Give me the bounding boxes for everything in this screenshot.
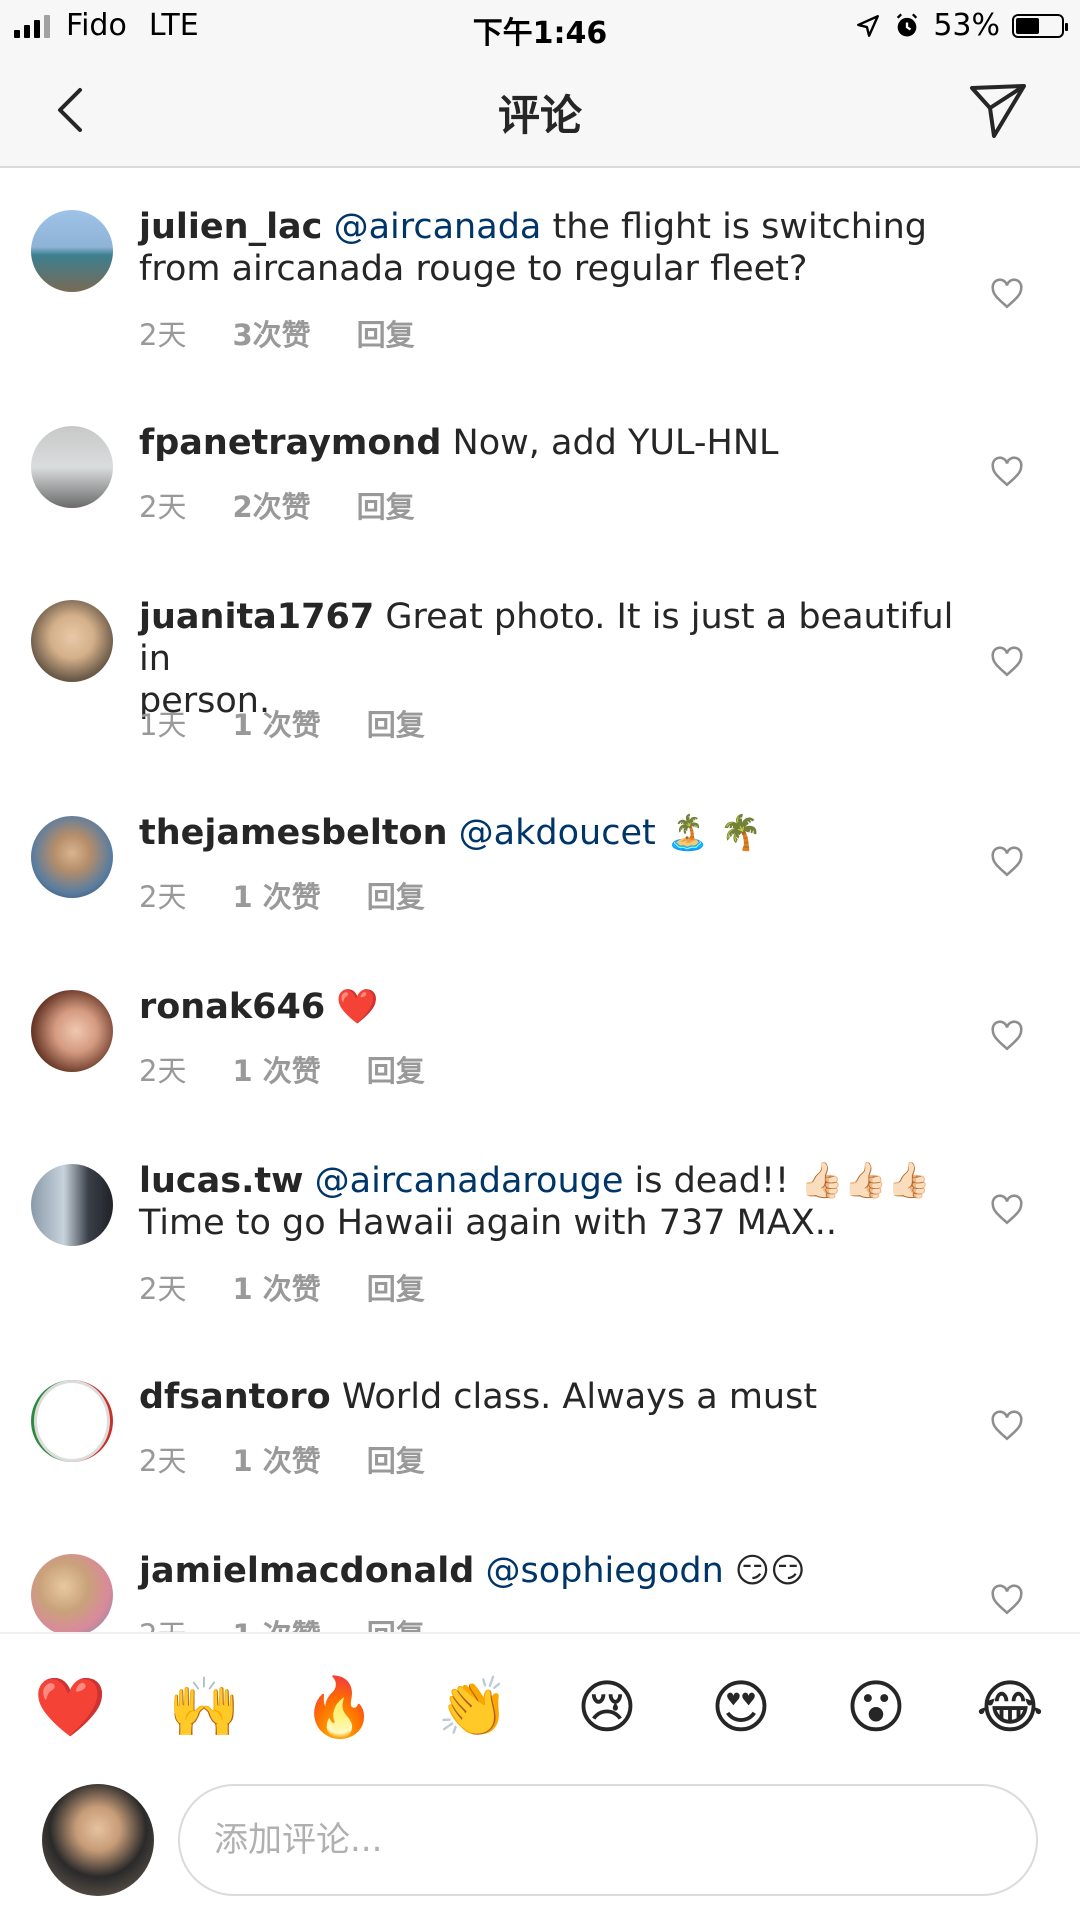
comment-body-line2: Time to go Hawaii again with 737 MAX.. — [139, 1203, 838, 1243]
heart-outline-icon[interactable] — [990, 456, 1024, 488]
reply-button[interactable]: 回复 — [367, 874, 425, 916]
mention-link[interactable]: @aircanadarouge — [315, 1161, 624, 1201]
location-arrow-icon — [857, 14, 880, 37]
heart-outline-icon[interactable] — [990, 1584, 1024, 1616]
emoji-clap-button[interactable]: 👏 — [437, 1672, 509, 1742]
comment-text: lucas.tw @aircanadarouge is dead!! 👍🏻👍🏻👍… — [139, 1160, 959, 1244]
heart-outline-icon[interactable] — [990, 278, 1024, 310]
emoji-heart-button[interactable]: ❤️ — [34, 1672, 106, 1742]
comment-likes[interactable]: 1 次赞 — [232, 702, 320, 744]
comment-time: 2天 — [139, 318, 187, 352]
comment-likes[interactable]: 1 次赞 — [232, 1438, 320, 1480]
avatar[interactable] — [31, 1164, 113, 1246]
avatar[interactable] — [31, 210, 113, 292]
comment-likes[interactable]: 2次赞 — [232, 484, 310, 526]
reply-button[interactable]: 回复 — [357, 312, 415, 354]
comment-body: 🏝️ 🌴 — [655, 813, 763, 853]
comment-body: the flight is switching — [541, 207, 928, 247]
reply-button[interactable]: 回复 — [367, 1438, 425, 1480]
comment-text: dfsantoro World class. Always a must — [139, 1376, 959, 1418]
reply-button[interactable]: 回复 — [367, 1048, 425, 1090]
comment-username[interactable]: julien_lac — [139, 207, 322, 247]
page-title: 评论 — [497, 91, 582, 140]
comment-text: julien_lac @aircanada the flight is swit… — [139, 206, 959, 290]
comment-username[interactable]: fpanetraymond — [139, 423, 441, 463]
comments-list[interactable]: julien_lac @aircanada the flight is swit… — [0, 168, 1080, 1632]
avatar[interactable] — [31, 426, 113, 508]
comment-username[interactable]: thejamesbelton — [139, 813, 448, 853]
comment-time: 2天 — [139, 1272, 187, 1306]
comment-time: 2天 — [139, 490, 187, 524]
comment-username[interactable]: ronak646 — [139, 987, 325, 1027]
comment-username[interactable]: lucas.tw — [139, 1161, 303, 1201]
avatar[interactable] — [31, 990, 113, 1072]
comment-input-row — [0, 1776, 1080, 1920]
reply-button[interactable]: 回复 — [367, 1266, 425, 1308]
comment-text: jamielmacdonald @sophiegodn 😏😏 — [139, 1550, 959, 1592]
heart-outline-icon[interactable] — [990, 1410, 1024, 1442]
comment-username[interactable]: jamielmacdonald — [139, 1551, 474, 1591]
comment-text: thejamesbelton @akdoucet 🏝️ 🌴 — [139, 812, 959, 854]
avatar[interactable] — [31, 600, 113, 682]
comment-body: ❤️ — [336, 987, 379, 1027]
comment-text: fpanetraymond Now, add YUL-HNL — [139, 422, 959, 464]
comment-meta: 2天 1 次赞 回复 — [139, 1048, 425, 1090]
reply-button[interactable]: 回复 — [367, 702, 425, 744]
comment-meta: 2天 2次赞 回复 — [139, 484, 415, 526]
avatar[interactable] — [31, 1554, 113, 1632]
comment-meta: 2天 1 次赞 回复 — [139, 874, 425, 916]
comment-username[interactable]: juanita1767 — [139, 597, 374, 637]
comment-time: 2天 — [139, 1444, 187, 1478]
battery-icon — [1012, 13, 1068, 38]
avatar[interactable] — [31, 816, 113, 898]
heart-outline-icon[interactable] — [990, 846, 1024, 878]
status-right: 53% — [855, 8, 1068, 43]
emoji-crying-button[interactable]: 😢 — [572, 1672, 642, 1742]
emoji-laughing-button[interactable]: 😂 — [975, 1672, 1045, 1742]
comment-likes[interactable]: 1 次赞 — [232, 1612, 320, 1632]
comment-likes[interactable]: 1 次赞 — [232, 1048, 320, 1090]
comment-likes[interactable]: 1 次赞 — [232, 1266, 320, 1308]
comment-meta: 2天 1 次赞 回复 — [139, 1612, 425, 1632]
comments-header: 评论 — [0, 54, 1080, 168]
comment-meta: 2天 1 次赞 回复 — [139, 1438, 425, 1480]
my-avatar[interactable] — [42, 1784, 154, 1896]
comment-meta: 1天 1 次赞 回复 — [139, 702, 425, 744]
reply-button[interactable]: 回复 — [367, 1612, 425, 1632]
comment-text: ronak646 ❤️ — [139, 986, 959, 1028]
comment-meta: 2天 1 次赞 回复 — [139, 1266, 425, 1308]
comment-body-line2: from aircanada rouge to regular fleet? — [139, 249, 808, 289]
heart-outline-icon[interactable] — [990, 1020, 1024, 1052]
mention-link[interactable]: @sophiegodn — [485, 1551, 723, 1591]
emoji-raised-hands-button[interactable]: 🙌 — [168, 1672, 240, 1742]
emoji-heart-eyes-button[interactable]: 😍 — [706, 1672, 776, 1742]
reply-button[interactable]: 回复 — [357, 484, 415, 526]
comment-username[interactable]: dfsantoro — [139, 1377, 331, 1417]
comment-body: World class. Always a must — [341, 1377, 818, 1417]
paper-plane-icon[interactable] — [964, 76, 1032, 144]
comment-body: 😏😏 — [723, 1551, 806, 1591]
comment-time: 2天 — [139, 880, 187, 914]
avatar[interactable] — [31, 1380, 113, 1462]
comment-likes[interactable]: 1 次赞 — [232, 874, 320, 916]
add-comment-input[interactable] — [178, 1784, 1038, 1896]
comment-likes[interactable]: 3次赞 — [232, 312, 310, 354]
alarm-icon — [897, 13, 918, 36]
comment-body: is dead!! 👍🏻👍🏻👍🏻 — [623, 1161, 931, 1201]
comment-time: 1天 — [139, 708, 187, 742]
mention-link[interactable]: @aircanada — [334, 207, 542, 247]
comment-meta: 2天 3次赞 回复 — [139, 312, 415, 354]
status-bar: Fido LTE 下午1:46 53% — [0, 0, 1080, 54]
emoji-surprised-button[interactable]: 😮 — [841, 1672, 911, 1742]
comment-time: 2天 — [139, 1054, 187, 1088]
emoji-fire-button[interactable]: 🔥 — [303, 1672, 375, 1742]
comment-body: Now, add YUL-HNL — [452, 423, 779, 463]
heart-outline-icon[interactable] — [990, 1194, 1024, 1226]
battery-percent: 53% — [933, 8, 1000, 43]
heart-outline-icon[interactable] — [990, 646, 1024, 678]
comment-time: 2天 — [139, 1612, 186, 1632]
mention-link[interactable]: @akdoucet — [459, 813, 656, 853]
emoji-reaction-bar: ❤️ 🙌 🔥 👏 😢 😍 😮 😂 — [0, 1632, 1080, 1778]
